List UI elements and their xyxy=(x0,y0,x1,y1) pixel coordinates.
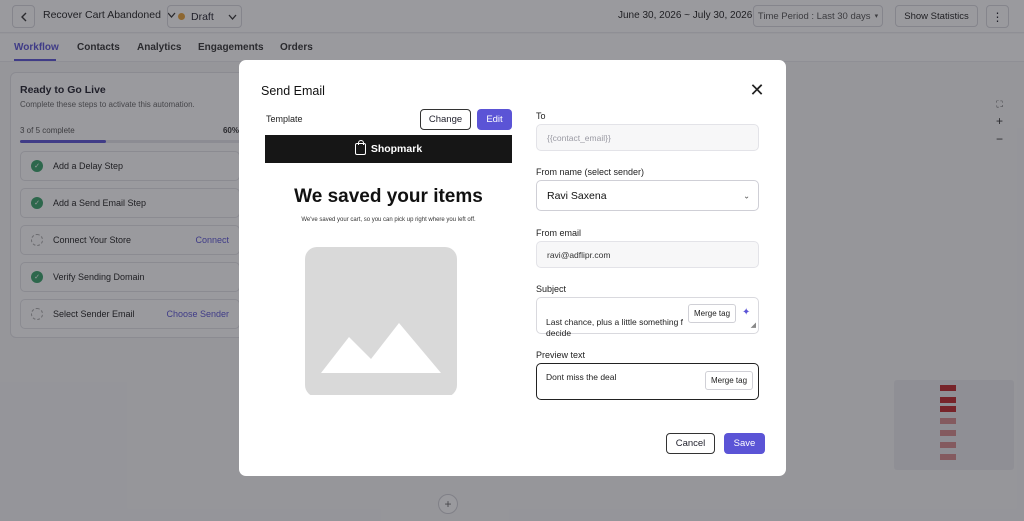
subject-merge-tag-button[interactable]: Merge tag xyxy=(688,304,737,323)
brand-header: Shopmark xyxy=(265,135,512,163)
from-name-label: From name (select sender) xyxy=(536,167,645,177)
change-template-button[interactable]: Change xyxy=(420,109,471,130)
to-label: To xyxy=(536,111,546,121)
from-email-field[interactable]: ravi@adflipr.com xyxy=(536,241,759,268)
email-template-preview: Shopmark We saved your items We've saved… xyxy=(265,135,512,395)
shopping-bag-icon xyxy=(354,140,366,155)
from-name-value: Ravi Saxena xyxy=(547,189,607,202)
to-field: {{contact_email}} xyxy=(536,124,759,151)
send-email-modal: Send Email ✕ Template Change Edit Shopma… xyxy=(239,60,786,476)
from-email-label: From email xyxy=(536,228,582,238)
image-placeholder-icon xyxy=(305,247,457,395)
email-heading: We saved your items xyxy=(294,186,483,207)
cancel-button[interactable]: Cancel xyxy=(666,433,715,454)
modal-title: Send Email xyxy=(261,84,325,98)
preview-text-label: Preview text xyxy=(536,350,586,360)
from-name-select[interactable]: Ravi Saxena ⌄ xyxy=(536,180,759,211)
subject-label: Subject xyxy=(536,284,567,294)
preview-text-input[interactable]: Dont miss the deal Merge tag xyxy=(536,363,759,400)
edit-template-button[interactable]: Edit xyxy=(477,109,512,130)
template-label: Template xyxy=(266,114,303,124)
save-button[interactable]: Save xyxy=(724,433,765,454)
preview-merge-tag-button[interactable]: Merge tag xyxy=(705,371,754,390)
resize-handle-icon[interactable]: ◢ xyxy=(751,320,756,331)
preview-text-value: Dont miss the deal xyxy=(546,372,617,382)
ai-sparkle-icon[interactable]: ✦ xyxy=(742,307,750,318)
subject-input[interactable]: Last chance, plus a little something f d… xyxy=(536,297,759,338)
email-subtext: We've saved your cart, so you can pick u… xyxy=(301,217,476,223)
close-icon[interactable]: ✕ xyxy=(747,80,767,100)
subject-value: Last chance, plus a little something f d… xyxy=(546,317,684,338)
chevron-down-icon: ⌄ xyxy=(743,191,750,200)
brand-name: Shopmark xyxy=(370,143,423,155)
